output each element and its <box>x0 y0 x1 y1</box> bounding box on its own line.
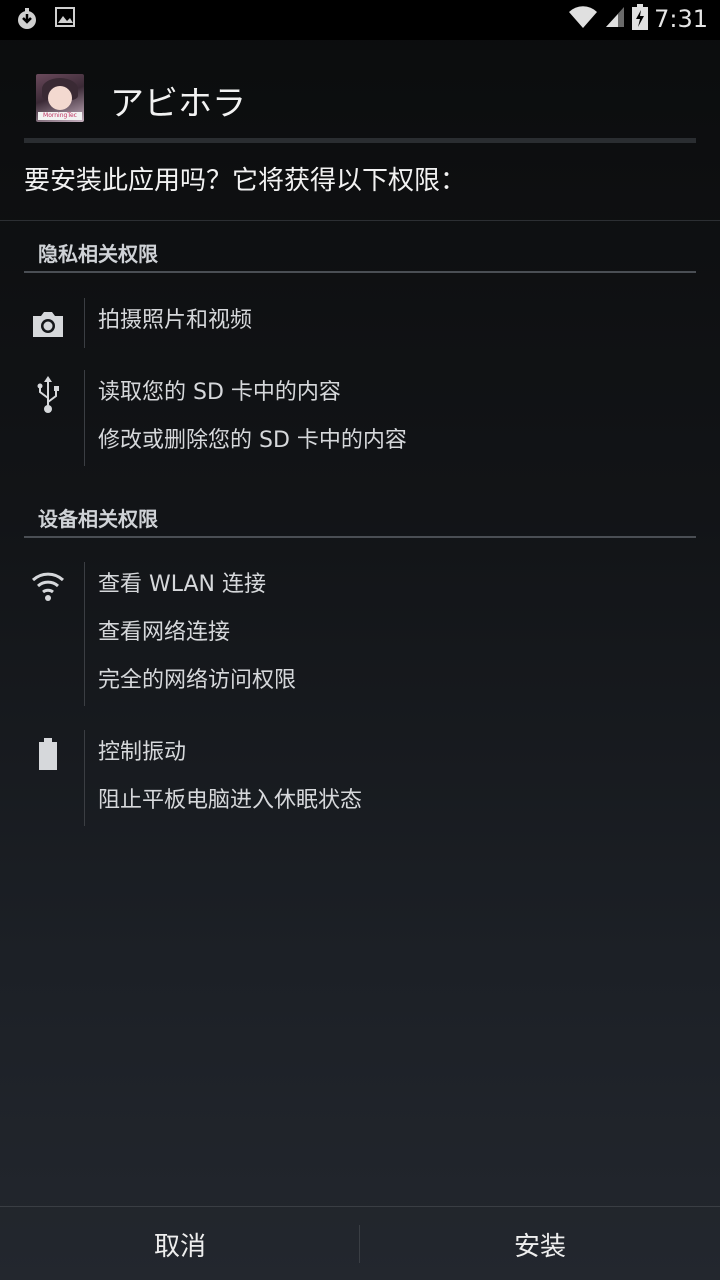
image-notification-icon <box>54 6 76 36</box>
section-rule-device <box>24 536 696 538</box>
group-line <box>84 730 85 826</box>
permission-item: 查看 WLAN 连接 <box>98 572 267 597</box>
wifi-icon <box>28 566 68 606</box>
wifi-signal-icon <box>568 5 598 33</box>
permission-item: 查看网络连接 <box>98 620 231 645</box>
cell-signal-icon <box>604 5 626 33</box>
battery-icon <box>28 734 68 774</box>
usb-icon <box>28 374 68 414</box>
app-name: アビホラ <box>110 84 246 124</box>
permission-item: 控制振动 <box>98 740 187 765</box>
button-bar: 取消 安装 <box>0 1206 720 1280</box>
permission-item: 完全的网络访问权限 <box>98 668 297 693</box>
section-title-device: 设备相关权限 <box>38 507 158 531</box>
permission-item: 拍摄照片和视频 <box>98 308 253 333</box>
clock: 7:31 <box>654 5 708 33</box>
install-button[interactable]: 安装 <box>360 1207 720 1280</box>
group-line <box>84 562 85 706</box>
install-prompt: 要安装此应用吗？它将获得以下权限： <box>24 166 467 196</box>
status-bar: 7:31 <box>0 0 720 40</box>
prompt-divider <box>0 220 720 221</box>
cancel-button[interactable]: 取消 <box>0 1207 360 1280</box>
group-line <box>84 298 85 348</box>
permission-item: 读取您的 SD 卡中的内容 <box>98 380 341 405</box>
group-line <box>84 370 85 466</box>
download-notification-icon <box>16 6 38 36</box>
section-title-privacy: 隐私相关权限 <box>38 242 158 266</box>
app-icon: MorningTec <box>36 74 84 122</box>
section-rule-privacy <box>24 271 696 273</box>
permission-item: 阻止平板电脑进入休眠状态 <box>98 788 363 813</box>
battery-charging-icon <box>632 4 649 34</box>
permission-item: 修改或删除您的 SD 卡中的内容 <box>98 428 407 453</box>
app-header: MorningTec アビホラ <box>0 40 720 140</box>
header-divider <box>24 138 696 143</box>
app-icon-caption: MorningTec <box>38 112 82 120</box>
camera-icon <box>28 304 68 344</box>
